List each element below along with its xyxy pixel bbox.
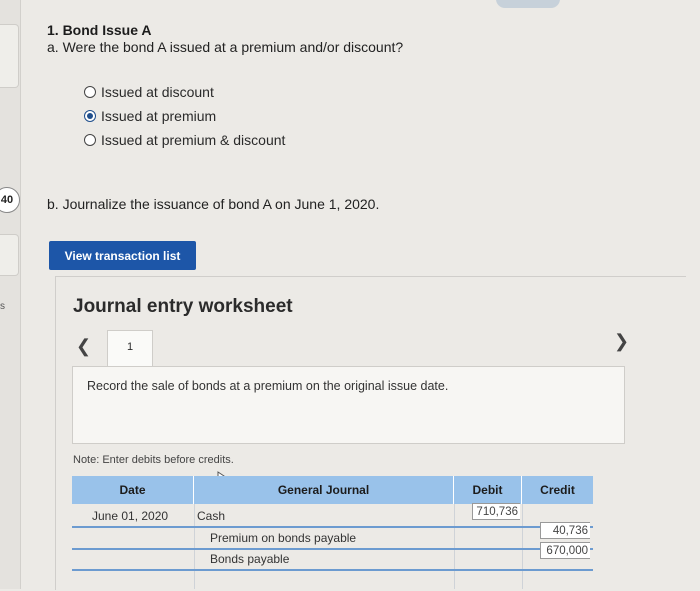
left-rail	[0, 0, 21, 589]
credit-input[interactable]: 40,736	[540, 522, 590, 539]
rail-label: s	[0, 301, 5, 312]
debit-input[interactable]: 710,736	[472, 503, 520, 520]
question-part-b: b. Journalize the issuance of bond A on …	[47, 196, 380, 212]
header-date: Date	[72, 476, 194, 504]
radio-icon[interactable]	[84, 86, 96, 98]
option-label: Issued at discount	[101, 84, 214, 100]
header-credit: Credit	[522, 476, 593, 504]
account-cell[interactable]: Cash	[197, 505, 447, 526]
account-cell[interactable]: Premium on bonds payable	[210, 527, 450, 548]
worksheet-title: Journal entry worksheet	[73, 296, 293, 317]
entry-tab[interactable]: 1	[107, 330, 153, 368]
option-label: Issued at premium	[101, 108, 217, 124]
option-premium-discount[interactable]: Issued at premium & discount	[84, 132, 285, 148]
table-row: Bonds payable 670,000	[72, 542, 593, 571]
instruction-text: Record the sale of bonds at a premium on…	[87, 379, 449, 393]
view-transaction-list-button[interactable]: View transaction list	[49, 241, 196, 270]
header-debit: Debit	[454, 476, 522, 504]
date-cell[interactable]: June 01, 2020	[92, 505, 192, 526]
option-discount[interactable]: Issued at discount	[84, 84, 214, 100]
chevron-left-icon[interactable]: ❮	[76, 336, 91, 357]
radio-icon[interactable]	[84, 134, 96, 146]
top-button[interactable]	[496, 0, 560, 8]
option-premium[interactable]: Issued at premium	[84, 108, 216, 124]
table-row: Premium on bonds payable 40,736	[72, 522, 593, 550]
chevron-right-icon[interactable]: ❯	[614, 331, 629, 352]
header-general-journal: General Journal	[194, 476, 454, 504]
rail-question-box	[0, 234, 19, 276]
instruction-box	[72, 366, 625, 444]
question-title: 1. Bond Issue A	[47, 22, 152, 38]
note-text: Note: Enter debits before credits.	[73, 454, 234, 466]
radio-selected-icon[interactable]	[84, 110, 96, 122]
table-row: June 01, 2020 Cash 710,736	[72, 503, 593, 528]
question-part-a: a. Were the bond A issued at a premium a…	[47, 39, 404, 55]
rail-question-box	[0, 24, 19, 88]
account-cell[interactable]: Bonds payable	[210, 548, 450, 569]
option-label: Issued at premium & discount	[101, 132, 286, 148]
table-row	[72, 570, 593, 591]
credit-input[interactable]: 670,000	[540, 542, 590, 559]
